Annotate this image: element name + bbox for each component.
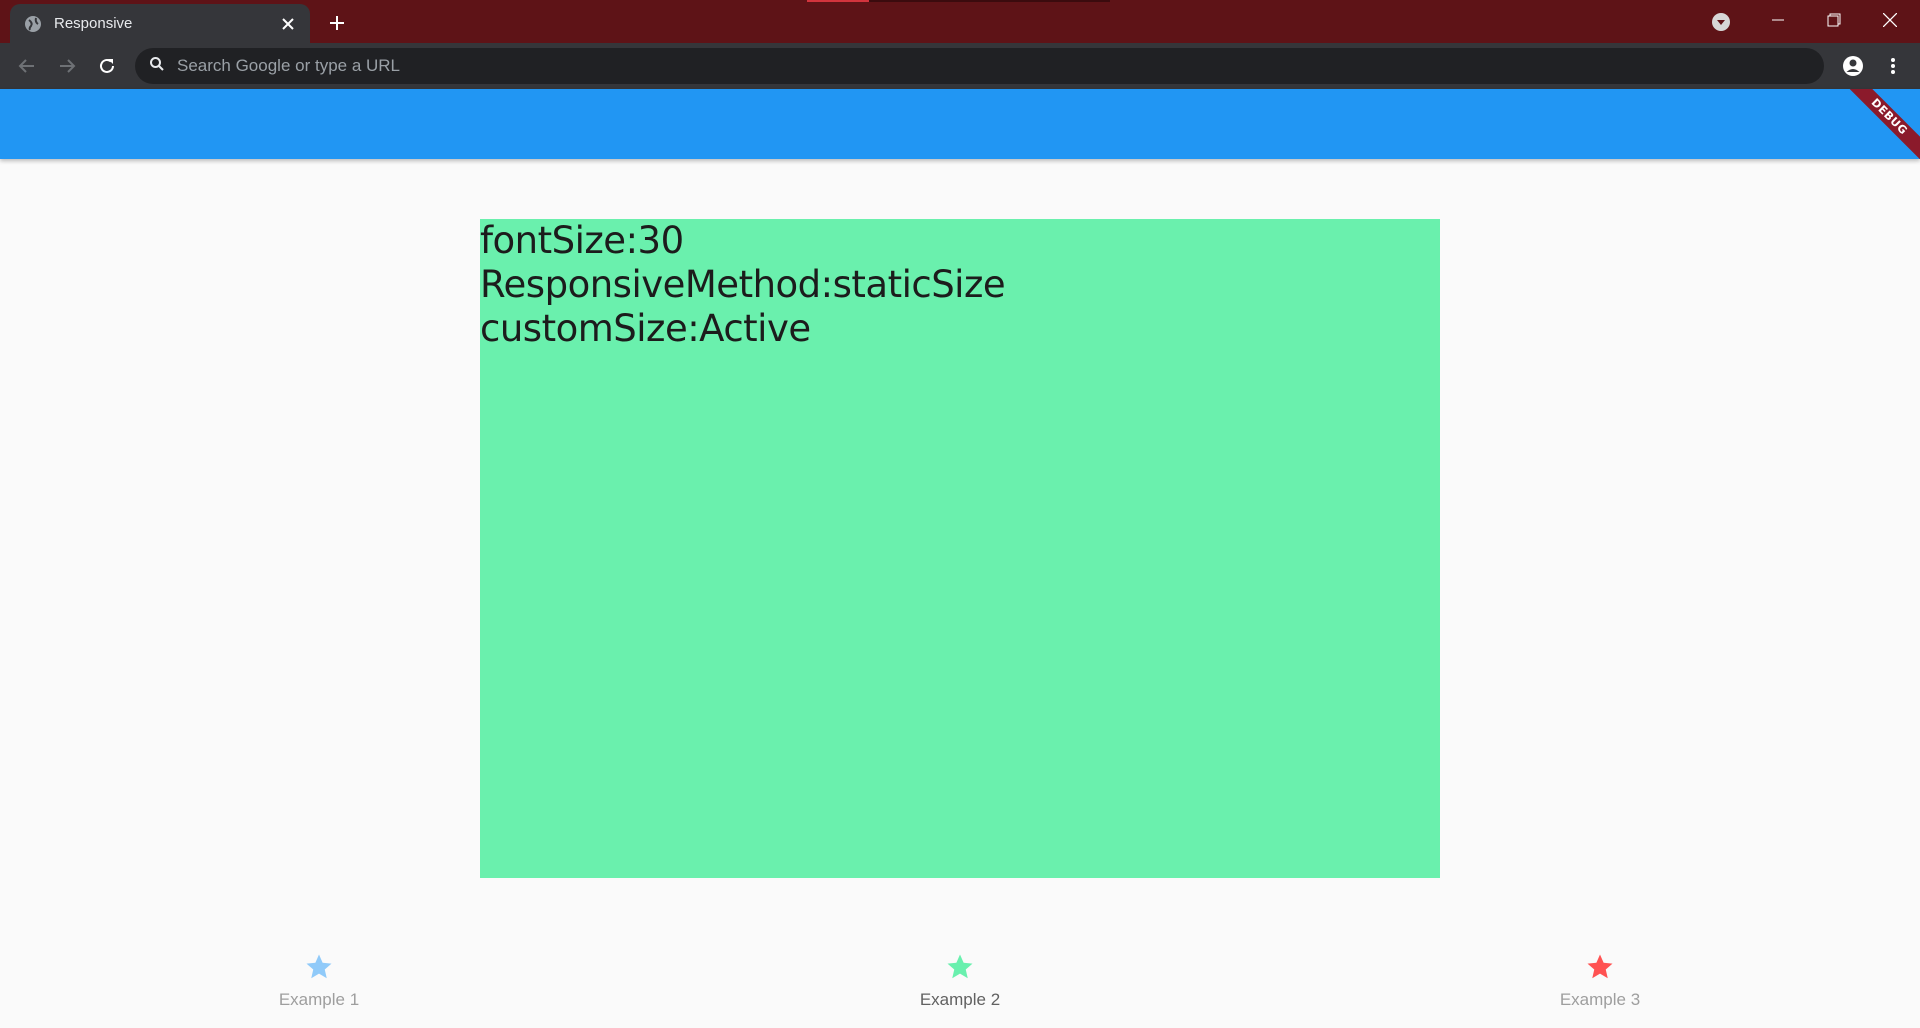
- tab-title: Responsive: [54, 15, 133, 32]
- tab-search-icon[interactable]: [1706, 9, 1736, 35]
- nav-label: Example 1: [278, 990, 360, 1009]
- star-icon: [947, 954, 973, 979]
- window-close-icon[interactable]: [1862, 0, 1918, 40]
- nav-item-example-3[interactable]: Example 3: [1530, 940, 1670, 1020]
- profile-icon[interactable]: [1838, 51, 1868, 81]
- forward-arrow-icon[interactable]: [52, 51, 82, 81]
- address-bar[interactable]: Search Google or type a URL: [135, 48, 1824, 84]
- star-icon: [1587, 954, 1613, 979]
- search-icon: [149, 56, 165, 77]
- responsive-text-container: fontSize:30 ResponsiveMethod:staticSize …: [480, 219, 1440, 878]
- responsive-method-text: ResponsiveMethod:staticSize: [480, 263, 1006, 306]
- nav-item-example-1[interactable]: Example 1: [249, 940, 389, 1020]
- new-tab-button[interactable]: [323, 9, 351, 37]
- back-arrow-icon[interactable]: [12, 51, 42, 81]
- browser-toolbar: Search Google or type a URL: [0, 43, 1920, 89]
- close-icon[interactable]: [278, 14, 298, 34]
- titlebar-accent: [807, 0, 869, 2]
- browser-titlebar: Responsive: [0, 0, 1920, 43]
- nav-label: Example 3: [1559, 990, 1641, 1009]
- nav-item-example-2[interactable]: Example 2: [890, 940, 1030, 1020]
- restore-icon[interactable]: [1806, 0, 1862, 40]
- titlebar-accent-dark: [869, 0, 1110, 2]
- bottom-navigation-bar: Example 1 Example 2 Example 3: [0, 940, 1920, 1028]
- browser-tab[interactable]: Responsive: [10, 4, 310, 43]
- app-bar: DEBUG: [0, 89, 1920, 159]
- nav-label: Example 2: [919, 990, 1001, 1009]
- more-vert-icon[interactable]: [1878, 51, 1908, 81]
- custom-size-text: customSize:Active: [480, 307, 811, 350]
- globe-icon: [24, 15, 42, 33]
- star-icon: [306, 954, 332, 979]
- minimize-icon[interactable]: [1750, 0, 1806, 40]
- reload-icon[interactable]: [92, 51, 122, 81]
- address-bar-placeholder: Search Google or type a URL: [177, 56, 401, 75]
- font-size-text: fontSize:30: [480, 219, 684, 262]
- debug-banner: DEBUG: [1837, 89, 1920, 159]
